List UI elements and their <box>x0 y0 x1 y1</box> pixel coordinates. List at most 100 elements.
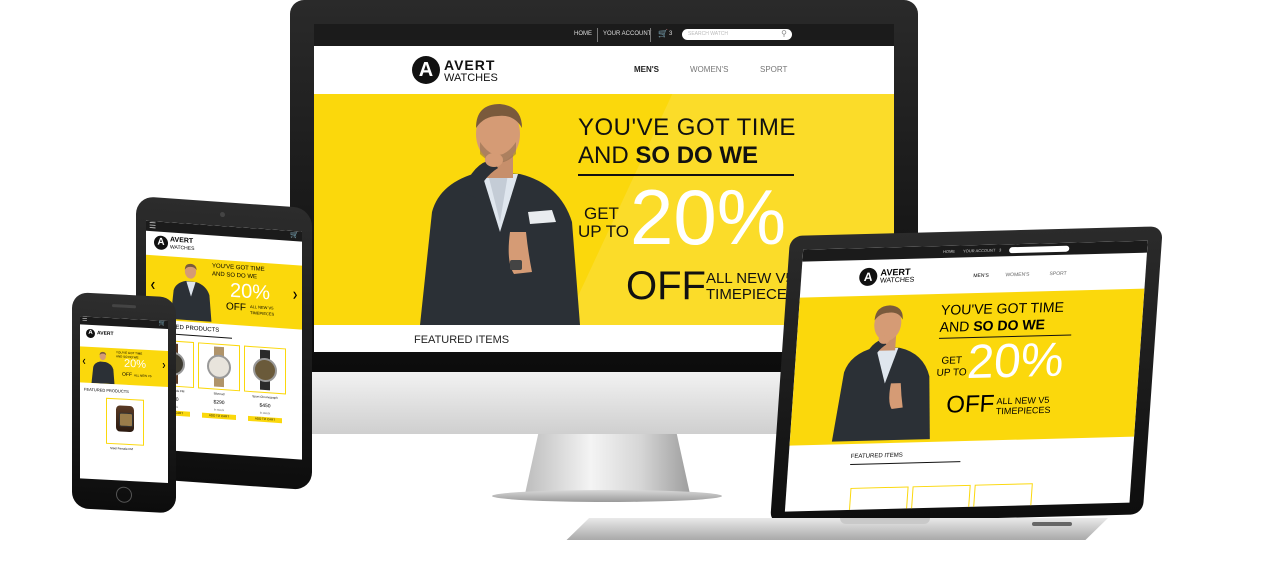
tablet-camera <box>220 211 225 218</box>
hero-headline-1: YOU'VE GOT TIME <box>578 114 796 141</box>
desktop-topbar: HOME YOUR ACCOUNT 🛒 3 SEARCH WATCH ⚲ <box>314 24 894 46</box>
tablet-menu-icon[interactable]: ☰ <box>149 221 156 231</box>
hero-sub-2: TIMEPIECES <box>706 286 797 303</box>
laptop-search-input[interactable] <box>1008 245 1070 254</box>
phone-topbar: ☰ 🛒 <box>80 316 168 330</box>
hero-headline-2: AND SO DO WE <box>578 142 758 170</box>
laptop-base <box>566 518 1108 540</box>
hero-percent: 20% <box>630 173 787 261</box>
laptop-trackpad-notch <box>840 518 930 524</box>
tablet-logo-mark: A <box>154 235 168 251</box>
search-placeholder: SEARCH WATCH <box>688 31 728 37</box>
phone-next-arrow[interactable]: ❯ <box>162 363 166 369</box>
product-name: Sport Chronograph <box>252 394 278 400</box>
product-name: Silverad <box>213 391 225 397</box>
laptop-logo-mark: A <box>858 267 878 287</box>
phone-featured-title: FEATURED PRODUCTS <box>84 386 129 394</box>
desktop-header: A AVERT WATCHES MEN'S WOMEN'S SPORT <box>314 46 894 94</box>
logo-mark: A <box>412 56 440 84</box>
phone-product-name: Steel Female FM <box>110 445 133 452</box>
laptop-headline-2: AND SO DO WE <box>939 316 1045 335</box>
laptop-get: GET <box>940 355 963 367</box>
tablet-cart-icon[interactable]: 🛒 <box>290 231 299 240</box>
featured-items-title: FEATURED ITEMS <box>414 334 510 346</box>
phone-prev-arrow[interactable]: ❮ <box>82 359 86 365</box>
laptop-logo-line2: WATCHES <box>879 276 915 285</box>
nav-home-link[interactable]: HOME <box>574 31 592 37</box>
phone-sub: ALL NEW V5 <box>134 373 152 379</box>
hero-off: OFF <box>626 264 706 308</box>
laptop-nav-account[interactable]: YOUR ACCOUNT <box>963 248 996 254</box>
tablet-prev-arrow[interactable]: ❮ <box>150 281 156 289</box>
hero-headline-2b: SO DO WE <box>635 142 759 169</box>
phone-off: OFF <box>122 371 132 379</box>
phone-menu-icon[interactable]: ☰ <box>82 316 87 323</box>
laptop-headline-2b: SO DO WE <box>972 316 1046 335</box>
phone-logo-line1: AVERT <box>97 330 114 338</box>
hero-headline-2a: AND <box>578 142 636 169</box>
laptop-product-card[interactable] <box>848 486 909 512</box>
tablet-product-card[interactable]: Sport Chronograph $450 In stock ADD TO CART <box>244 345 286 447</box>
phone-hero: ❮ ❯ YOU'VE GOT TIME AND SO DO WE 20% OFF… <box>80 346 168 388</box>
model-photo <box>410 102 590 325</box>
phone-speaker <box>112 304 136 309</box>
logo[interactable]: A AVERT WATCHES <box>412 54 522 88</box>
nav-womens[interactable]: WOMEN'S <box>690 65 728 74</box>
laptop-model-photo <box>826 300 946 445</box>
laptop-nav-mens[interactable]: MEN'S <box>973 273 989 279</box>
monitor-base <box>492 490 722 502</box>
search-icon[interactable]: ⚲ <box>781 29 787 38</box>
laptop-nav-home[interactable]: HOME <box>943 249 955 254</box>
hero-sub-1: ALL NEW V5 <box>706 270 794 287</box>
divider <box>650 28 651 42</box>
search-input[interactable]: SEARCH WATCH ⚲ <box>682 29 792 40</box>
tablet-percent: 20% <box>230 279 271 305</box>
laptop-featured-title: FEATURED ITEMS <box>850 452 903 461</box>
nav-account-link[interactable]: YOUR ACCOUNT <box>603 31 651 37</box>
laptop-hero: YOU'VE GOT TIME AND SO DO WE GET UP TO 2… <box>789 288 1145 446</box>
logo-line2: WATCHES <box>444 72 498 84</box>
logo-line1: AVERT <box>444 57 496 73</box>
laptop-headline-1: YOU'VE GOT TIME <box>940 298 1065 318</box>
phone-screen: ☰ 🛒 A AVERT ❮ ❯ YOU'VE GOT TIME AND SO D… <box>80 316 168 484</box>
tablet-product-card[interactable]: Silverad $290 In stock ADD TO CART <box>198 342 240 443</box>
laptop-nav-sport[interactable]: SPORT <box>1049 271 1067 277</box>
phone-watch-image <box>116 405 134 433</box>
watch-face <box>119 412 133 428</box>
laptop-cart-count: 3 <box>998 247 1002 253</box>
laptop-headline-2a: AND <box>939 318 974 335</box>
add-to-cart-button[interactable]: ADD TO CART <box>202 412 236 420</box>
phone-product-card[interactable] <box>106 397 144 446</box>
phone-cart-icon[interactable]: 🛒 <box>159 320 166 327</box>
watch-face <box>253 357 277 383</box>
laptop-logo[interactable]: A AVERT WATCHES <box>858 264 930 290</box>
phone-logo-mark: A <box>86 328 95 339</box>
laptop-ports <box>1032 522 1072 526</box>
tablet-logo-line2: WATCHES <box>170 244 195 253</box>
add-to-cart-button[interactable]: ADD TO CART <box>248 415 282 424</box>
watch-face <box>207 353 231 380</box>
watch-image <box>244 345 286 395</box>
hero-get: GET <box>584 204 619 223</box>
phone-home-button[interactable] <box>116 486 132 504</box>
phone-model-photo <box>90 351 116 385</box>
phone-logo[interactable]: A AVERT <box>86 328 126 343</box>
laptop-sub-2: TIMEPIECES <box>995 404 1051 417</box>
tablet-sub-2: TIMEPIECES <box>250 309 275 317</box>
laptop-featured-rule <box>850 461 961 466</box>
laptop-upto: UP TO <box>936 367 967 379</box>
divider <box>597 28 598 42</box>
cart-icon[interactable]: 🛒 <box>658 29 668 38</box>
laptop-screen: HOME YOUR ACCOUNT 3 A AVERT WATCHES MEN'… <box>784 240 1148 512</box>
tablet-next-arrow[interactable]: ❯ <box>292 291 298 299</box>
nav-mens[interactable]: MEN'S <box>634 65 659 74</box>
cart-count: 3 <box>669 31 673 37</box>
watch-image <box>198 342 240 392</box>
nav-sport[interactable]: SPORT <box>760 65 787 74</box>
laptop-percent: 20% <box>965 333 1066 390</box>
tablet-logo[interactable]: A AVERT WATCHES <box>154 235 224 258</box>
phone-percent: 20% <box>124 357 147 371</box>
laptop-nav-womens[interactable]: WOMEN'S <box>1005 272 1029 279</box>
laptop-off: OFF <box>945 390 996 419</box>
tablet-off: OFF <box>226 301 246 314</box>
